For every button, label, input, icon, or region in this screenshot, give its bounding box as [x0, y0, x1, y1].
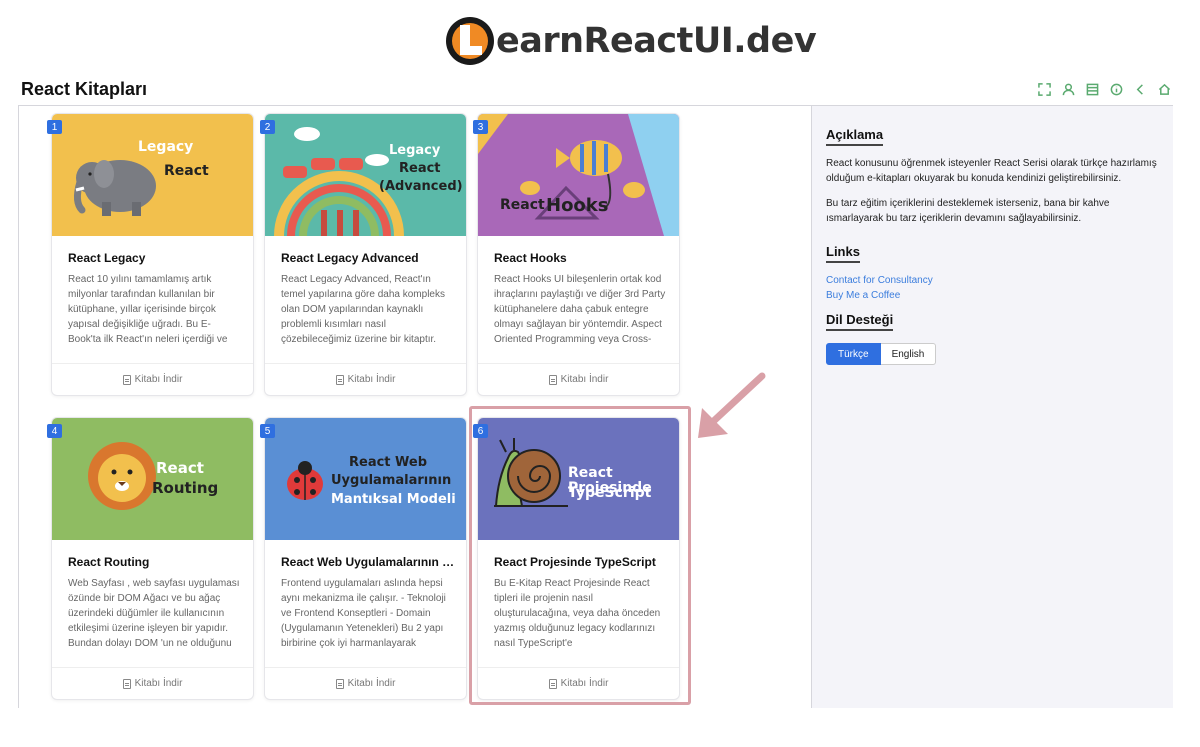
home-icon[interactable] [1157, 82, 1172, 97]
toolbar [1037, 82, 1172, 97]
card-number: 1 [47, 120, 62, 134]
cover-title-line: Mantıksal Modeli [331, 492, 456, 507]
language-turkish-button[interactable]: Türkçe [826, 343, 881, 365]
cover-title-line: (Advanced) [379, 179, 463, 194]
page-title: React Kitapları [21, 79, 148, 99]
info-icon[interactable] [1109, 82, 1124, 97]
brand-logo[interactable]: earnReactUI.dev [446, 16, 817, 66]
card-description: React Hooks UI bileşenlerin ortak kod ih… [494, 274, 666, 344]
card-description: React 10 yılını tamamlamış artık milyonl… [68, 274, 228, 344]
cover-title-line: React [500, 197, 545, 213]
book-card[interactable]: 1 Legacy React React Legacy React 10 yıl… [47, 113, 254, 396]
elephant-illustration [73, 160, 156, 216]
book-card[interactable]: 3 React Hooks React Hooks React Hooks UI… [473, 113, 680, 396]
logo-text: earnReactUI.dev [496, 21, 817, 61]
book-cover: React Routing [52, 418, 253, 540]
cover-title-line: React Web [349, 455, 428, 470]
card-number: 6 [473, 424, 488, 438]
card-title[interactable]: React Legacy Advanced [281, 251, 456, 265]
language-english-button[interactable]: English [880, 343, 937, 365]
info-sidebar: Açıklama React konusunu öğrenmek isteyen… [811, 106, 1173, 708]
table-icon[interactable] [1085, 82, 1100, 97]
support-paragraph: Bu tarz eğitim içeriklerini desteklemek … [826, 198, 1110, 224]
book-cover: React Hooks [478, 114, 679, 236]
file-icon [122, 374, 131, 385]
book-card[interactable]: 5 React Web Uygulamalarının Mantıksal Mo… [260, 417, 467, 700]
cover-title-line: Legacy [138, 139, 194, 155]
book-cover: Legacy React (Advanced) [265, 114, 466, 236]
coffee-link[interactable]: Buy Me a Coffee [826, 288, 1159, 303]
download-button[interactable]: Kitabı İndir [265, 363, 466, 395]
download-button[interactable]: Kitabı İndir [52, 667, 253, 699]
download-button[interactable]: Kitabı İndir [52, 363, 253, 395]
download-label: Kitabı İndir [134, 678, 183, 689]
description-heading: Açıklama [826, 127, 884, 146]
cover-title-line: Routing [152, 479, 219, 497]
book-cover: React Web Uygulamalarının Mantıksal Mode… [265, 418, 466, 540]
download-button[interactable]: Kitabı İndir [478, 363, 679, 395]
cover-title-line: React [164, 163, 209, 179]
card-number: 3 [473, 120, 488, 134]
book-cover: React Projesinde TypeScript [478, 418, 679, 540]
file-icon [548, 374, 557, 385]
download-label: Kitabı İndir [347, 678, 396, 689]
cover-title-line: TypeScript [568, 485, 652, 501]
file-icon [122, 678, 131, 689]
card-number: 2 [260, 120, 275, 134]
cover-title-line: Legacy [389, 143, 441, 158]
card-description: Web Sayfası , web sayfası uygulaması özü… [68, 578, 240, 648]
file-icon [335, 678, 344, 689]
card-description: React Legacy Advanced, React'ın temel ya… [281, 274, 445, 344]
card-title[interactable]: React Projesinde TypeScript [494, 555, 669, 569]
download-label: Kitabı İndir [560, 374, 609, 385]
fullscreen-icon[interactable] [1037, 82, 1052, 97]
cover-title-line: Uygulamalarının [331, 473, 452, 488]
user-icon[interactable] [1061, 82, 1076, 97]
card-number: 4 [47, 424, 62, 438]
card-description: Bu E-Kitap React Projesinde React tipler… [494, 578, 661, 648]
description-paragraph: React konusunu öğrenmek isteyenler React… [826, 158, 1157, 184]
card-title[interactable]: React Legacy [68, 251, 243, 265]
book-card[interactable]: 2 Legacy React (Advanced) React Legacy A… [260, 113, 467, 396]
book-card[interactable]: 6 React Projesinde TypeScript React Proj… [473, 417, 680, 700]
download-label: Kitabı İndir [134, 374, 183, 385]
book-cover: Legacy React [52, 114, 253, 236]
card-description: Frontend uygulamaları aslında hepsi aynı… [281, 578, 446, 648]
file-icon [548, 678, 557, 689]
download-label: Kitabı İndir [560, 678, 609, 689]
cover-title-line: React [156, 459, 204, 477]
cover-title-line: Hooks [546, 195, 609, 216]
language-heading: Dil Desteği [826, 312, 894, 331]
download-label: Kitabı İndir [347, 374, 396, 385]
download-button[interactable]: Kitabı İndir [265, 667, 466, 699]
download-button[interactable]: Kitabı İndir [478, 667, 679, 699]
file-icon [335, 374, 344, 385]
fish-hook-illustration [478, 114, 679, 236]
cover-title-line: React [399, 161, 441, 176]
language-switch: Türkçe English [826, 343, 1159, 365]
card-title[interactable]: React Routing [68, 555, 243, 569]
book-card[interactable]: 4 React Routing React Routing Web Sayfas… [47, 417, 254, 700]
links-heading: Links [826, 244, 860, 263]
consultancy-link[interactable]: Contact for Consultancy [826, 273, 1159, 288]
card-title[interactable]: React Web Uygulamalarının Ma... [281, 555, 456, 569]
card-number: 5 [260, 424, 275, 438]
logo-icon [446, 17, 494, 65]
back-icon[interactable] [1133, 82, 1148, 97]
card-title[interactable]: React Hooks [494, 251, 669, 265]
